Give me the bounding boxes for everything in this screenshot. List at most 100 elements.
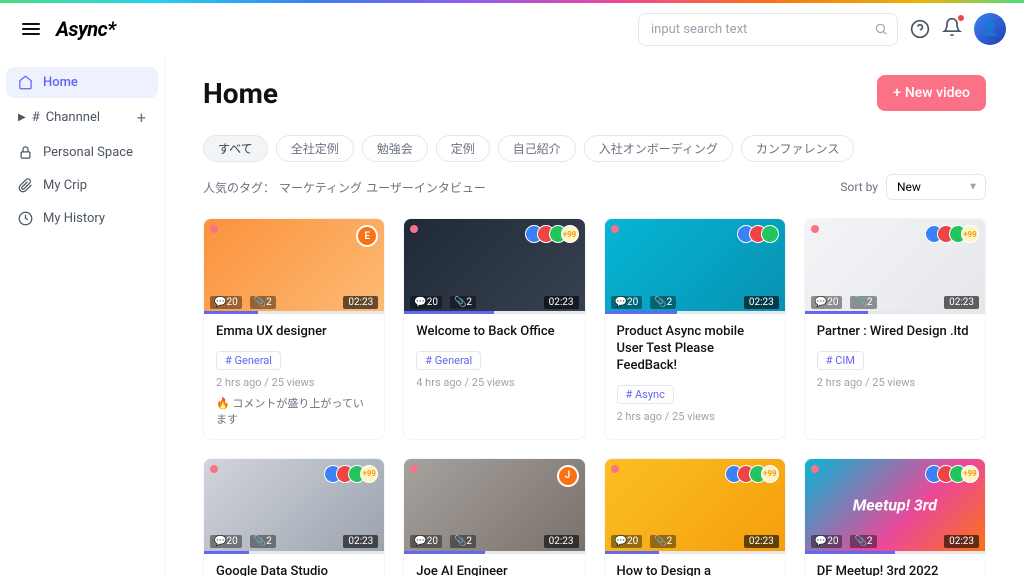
video-card[interactable]: +99 Meetup! 3rd 💬20 📎2 02:23 DF Meetup! … — [804, 458, 986, 576]
filter-tag[interactable]: すべて — [203, 135, 268, 162]
video-card[interactable]: +99 💬20 📎2 02:23 How to Design a Worksho… — [604, 458, 786, 576]
video-card[interactable]: 💬20 📎2 02:23 Product Async mobile User T… — [604, 218, 786, 440]
filter-tags: すべて全社定例勉強会定例自己紹介入社オンボーディングカンファレンス — [203, 135, 986, 162]
add-channel-button[interactable]: + — [137, 108, 146, 127]
user-avatar[interactable]: 👤 — [974, 13, 1006, 45]
attachment-count: 📎2 — [850, 535, 876, 548]
sort-control: Sort by New ▼ — [840, 174, 986, 200]
sidebar-item-history[interactable]: My History — [6, 203, 158, 234]
filter-tag[interactable]: 勉強会 — [362, 135, 428, 162]
sidebar-item-channel[interactable]: ▶ # Channnel + — [6, 100, 158, 135]
viewer-avatars: +99 — [925, 225, 979, 243]
video-card[interactable]: +99 💬20 📎2 02:23 Welcome to Back Office … — [403, 218, 585, 440]
video-channel-tag[interactable]: # General — [416, 351, 481, 370]
filter-tag[interactable]: カンファレンス — [741, 135, 854, 162]
filter-tag[interactable]: 自己紹介 — [498, 135, 576, 162]
thumb-stats: 💬20 📎2 02:23 — [204, 533, 384, 551]
video-channel-tag[interactable]: # CIM — [817, 351, 864, 370]
comment-count: 💬20 — [811, 296, 843, 309]
creator-avatar: J — [557, 465, 579, 487]
viewer-avatars — [737, 225, 779, 243]
viewer-avatars: +99 — [725, 465, 779, 483]
video-card[interactable]: J 💬20 📎2 02:23 Joe AI Engineer # General… — [403, 458, 585, 576]
video-title: Partner : Wired Design .ltd — [817, 324, 973, 341]
attachment-count: 📎2 — [650, 296, 676, 309]
page-title: Home — [203, 77, 278, 110]
sidebar-label: Home — [43, 75, 78, 90]
thumb-stats: 💬20 📎2 02:23 — [204, 293, 384, 311]
recording-dot-icon — [611, 225, 619, 233]
sidebar: Home ▶ # Channnel + Personal Space My Cr… — [0, 55, 165, 576]
video-thumbnail: 💬20 📎2 02:23 — [605, 219, 785, 311]
video-grid: E 💬20 📎2 02:23 Emma UX designer # Genera… — [203, 218, 986, 576]
filter-tag[interactable]: 定例 — [436, 135, 490, 162]
attachment-count: 📎2 — [450, 535, 476, 548]
popular-tag-link[interactable]: ユーザーインタビュー — [366, 179, 486, 196]
video-note: 🔥 コメントが盛り上がっています — [216, 395, 372, 427]
video-title: Google Data Studio Playbook — [216, 564, 372, 576]
comment-count: 💬20 — [410, 535, 442, 548]
sidebar-item-home[interactable]: Home — [6, 67, 158, 98]
comment-count: 💬20 — [611, 296, 643, 309]
notifications[interactable] — [942, 17, 962, 41]
thumb-stats: 💬20 📎2 02:23 — [805, 293, 985, 311]
duration-badge: 02:23 — [343, 535, 378, 548]
thumb-stats: 💬20 📎2 02:23 — [404, 533, 584, 551]
search-input[interactable] — [638, 13, 898, 46]
viewer-avatars: +99 — [925, 465, 979, 483]
sidebar-label: My History — [43, 211, 105, 226]
video-thumbnail: E 💬20 📎2 02:23 — [204, 219, 384, 311]
recording-dot-icon — [811, 465, 819, 473]
video-meta: 2 hrs ago / 25 views — [617, 410, 773, 423]
comment-count: 💬20 — [210, 296, 242, 309]
video-thumbnail: J 💬20 📎2 02:23 — [404, 459, 584, 551]
clip-icon — [18, 178, 33, 193]
new-video-button[interactable]: +New video — [877, 75, 986, 111]
comment-count: 💬20 — [811, 535, 843, 548]
video-thumbnail: +99 Meetup! 3rd 💬20 📎2 02:23 — [805, 459, 985, 551]
thumb-overlay-text: Meetup! 3rd — [853, 495, 937, 514]
comment-count: 💬20 — [611, 535, 643, 548]
comment-count: 💬20 — [410, 296, 442, 309]
duration-badge: 02:23 — [544, 296, 579, 309]
sidebar-label: Personal Space — [43, 145, 133, 160]
video-meta: 2 hrs ago / 25 views — [216, 376, 372, 389]
comment-count: 💬20 — [210, 535, 242, 548]
video-channel-tag[interactable]: # Async — [617, 385, 674, 404]
clock-icon — [18, 211, 33, 226]
attachment-count: 📎2 — [250, 296, 276, 309]
duration-badge: 02:23 — [944, 535, 979, 548]
video-title: Joe AI Engineer — [416, 564, 572, 576]
sidebar-item-personal[interactable]: Personal Space — [6, 137, 158, 168]
filter-tag[interactable]: 全社定例 — [276, 135, 354, 162]
popular-tag-link[interactable]: マーケティング — [279, 179, 362, 196]
viewer-avatars: +99 — [525, 225, 579, 243]
lock-icon — [18, 145, 33, 160]
filter-tag[interactable]: 入社オンボーディング — [584, 135, 733, 162]
sidebar-item-crip[interactable]: My Crip — [6, 170, 158, 201]
menu-toggle[interactable] — [18, 16, 44, 42]
help-icon[interactable] — [910, 19, 930, 39]
video-card[interactable]: E 💬20 📎2 02:23 Emma UX designer # Genera… — [203, 218, 385, 440]
thumb-stats: 💬20 📎2 02:23 — [605, 533, 785, 551]
video-card[interactable]: +99 💬20 📎2 02:23 Partner : Wired Design … — [804, 218, 986, 440]
recording-dot-icon — [210, 225, 218, 233]
duration-badge: 02:23 — [744, 535, 779, 548]
caret-icon: ▶ — [18, 112, 26, 123]
video-title: DF Meetup! 3rd 2022 — [817, 564, 973, 576]
notification-dot — [958, 15, 964, 21]
video-title: Product Async mobile User Test Please Fe… — [617, 324, 773, 375]
topbar: Async* 👤 — [0, 3, 1024, 55]
hash-icon: # — [32, 110, 40, 125]
video-channel-tag[interactable]: # General — [216, 351, 281, 370]
logo: Async* — [56, 17, 116, 41]
video-thumbnail: +99 💬20 📎2 02:23 — [805, 219, 985, 311]
sort-select[interactable]: New — [886, 174, 986, 200]
video-title: How to Design a Workshop — [617, 564, 773, 576]
recording-dot-icon — [811, 225, 819, 233]
attachment-count: 📎2 — [650, 535, 676, 548]
sidebar-label: Channnel — [46, 110, 100, 125]
popular-label: 人気のタグ： — [203, 179, 275, 196]
video-card[interactable]: +99 💬20 📎2 02:23 Google Data Studio Play… — [203, 458, 385, 576]
video-meta: 2 hrs ago / 25 views — [817, 376, 973, 389]
